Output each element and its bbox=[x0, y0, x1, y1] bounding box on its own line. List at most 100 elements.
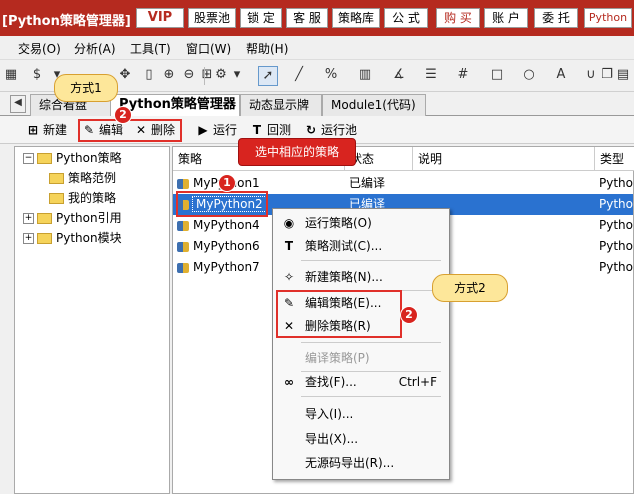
python-file-icon bbox=[177, 262, 189, 273]
angle-icon[interactable]: ∡ bbox=[390, 66, 408, 84]
callout-way2: 方式2 bbox=[432, 274, 508, 302]
menu-item-import[interactable]: 导入(I)... bbox=[273, 404, 449, 424]
python-file-icon bbox=[177, 220, 189, 231]
vip-button[interactable]: VIP bbox=[136, 8, 184, 28]
menu-bar: 交易(O) 分析(A) 工具(T) 窗口(W) 帮助(H) bbox=[0, 36, 634, 60]
tree-label: Python策略 bbox=[56, 151, 122, 165]
menu-item-find[interactable]: ∞ 查找(F)... Ctrl+F bbox=[273, 372, 449, 392]
line-icon[interactable]: ╱ bbox=[290, 66, 308, 84]
step-badge-2: 2 bbox=[114, 106, 132, 124]
dollar-icon[interactable]: $ bbox=[28, 66, 46, 84]
zoom-out-icon[interactable]: ⊖ bbox=[180, 66, 198, 84]
chevron-down-icon[interactable]: ▾ bbox=[228, 66, 246, 84]
text-icon[interactable]: A bbox=[552, 66, 570, 84]
strategy-tree: − Python策略 策略范例 我的策略 + Python引用 + Python模块 bbox=[14, 146, 170, 494]
bars-icon[interactable]: ▥ bbox=[356, 66, 374, 84]
column-header-description[interactable]: 说明 bbox=[413, 147, 595, 171]
python-file-icon bbox=[177, 178, 189, 189]
backtest-button[interactable]: T 回测 bbox=[250, 121, 291, 139]
python-button[interactable]: Python bbox=[584, 8, 632, 28]
menu-separator bbox=[301, 342, 441, 343]
strategy-name-cell: MyPython6 bbox=[177, 236, 260, 257]
menu-item-new-strategy[interactable]: ✧ 新建策略(N)... bbox=[273, 267, 449, 287]
grid-icon[interactable]: ▦ bbox=[2, 66, 20, 84]
callout-select-strategy: 选中相应的策略 bbox=[238, 138, 356, 166]
tree-label: 我的策略 bbox=[68, 191, 117, 205]
type-cell: Python bbox=[599, 197, 634, 211]
type-cell: Python bbox=[599, 176, 634, 190]
order-button[interactable]: 委 托 bbox=[534, 8, 578, 28]
tree-node-my-strategies[interactable]: 我的策略 bbox=[49, 189, 116, 207]
run-pool-button[interactable]: ↻ 运行池 bbox=[304, 121, 357, 139]
menu-window[interactable]: 窗口(W) bbox=[186, 40, 231, 57]
run-pool-label: 运行池 bbox=[321, 123, 358, 137]
tree-label: Python模块 bbox=[56, 231, 122, 245]
strategy-name-cell: MyPython4 bbox=[177, 215, 260, 236]
menu-item-run-strategy[interactable]: ◉ 运行策略(O) bbox=[273, 213, 449, 233]
ruler-icon[interactable]: ▯ bbox=[140, 66, 158, 84]
menu-item-label: 无源码导出(R)... bbox=[305, 456, 395, 470]
hash-icon[interactable]: # bbox=[454, 66, 472, 84]
account-button[interactable]: 账 户 bbox=[484, 8, 528, 28]
strategy-lib-button[interactable]: 策略库 bbox=[332, 8, 380, 28]
menu-tools[interactable]: 工具(T) bbox=[130, 40, 171, 57]
strategy-name: MyPython6 bbox=[193, 239, 260, 253]
formula-button[interactable]: 公 式 bbox=[384, 8, 428, 28]
tab-module1[interactable]: Module1(代码) bbox=[322, 94, 426, 116]
folder-icon bbox=[37, 233, 52, 244]
callout-way1: 方式1 bbox=[54, 74, 118, 102]
menu-help[interactable]: 帮助(H) bbox=[246, 40, 288, 57]
context-menu: ◉ 运行策略(O) T 策略测试(C)... ✧ 新建策略(N)... ✎ 编辑策略(E… bbox=[272, 208, 450, 480]
buy-button[interactable]: 购 买 bbox=[436, 8, 480, 28]
tree-node-examples[interactable]: 策略范例 bbox=[49, 169, 116, 187]
tree-node-python-modules[interactable]: + Python模块 bbox=[23, 229, 122, 247]
tab-scroll-left-icon[interactable]: ◀ bbox=[10, 95, 26, 113]
binoculars-icon: ∞ bbox=[284, 375, 294, 389]
move-icon[interactable]: ✥ bbox=[116, 66, 134, 84]
folder-icon bbox=[49, 193, 64, 204]
type-cell: Python bbox=[599, 218, 634, 232]
app-title: [Python策略管理器] bbox=[2, 14, 131, 29]
python-file-icon bbox=[177, 241, 189, 252]
cursor-icon[interactable]: ➚ bbox=[258, 66, 278, 86]
column-header-type[interactable]: 类型 bbox=[595, 147, 634, 171]
lock-button[interactable]: 锁 定 bbox=[240, 8, 282, 28]
run-button[interactable]: ▶ 运行 bbox=[196, 121, 237, 139]
tab-dynamic-board[interactable]: 动态显示牌 bbox=[240, 94, 322, 116]
menu-item-export-no-source[interactable]: 无源码导出(R)... bbox=[273, 453, 449, 473]
collapse-icon[interactable]: − bbox=[23, 153, 34, 164]
strategy-name: MyPython4 bbox=[193, 218, 260, 232]
rect-icon[interactable]: □ bbox=[488, 66, 506, 84]
menu-item-compile-strategy[interactable]: 编译策略(P) bbox=[273, 348, 449, 368]
tree-node-python-ref[interactable]: + Python引用 bbox=[23, 209, 122, 227]
menu-item-label: 编译策略(P) bbox=[305, 351, 370, 365]
tree-label: 策略范例 bbox=[68, 171, 117, 185]
folder-icon bbox=[37, 213, 52, 224]
expand-icon[interactable]: + bbox=[23, 213, 34, 224]
new-file-icon: ✧ bbox=[283, 270, 295, 284]
menu-item-export[interactable]: 导出(X)... bbox=[273, 429, 449, 449]
menu-analysis[interactable]: 分析(A) bbox=[74, 40, 116, 57]
new-button[interactable]: ⊞ 新建 bbox=[26, 121, 67, 139]
circle-icon[interactable]: ○ bbox=[520, 66, 538, 84]
expand-icon[interactable]: + bbox=[23, 233, 34, 244]
menu-item-label: 新建策略(N)... bbox=[305, 270, 383, 284]
menu-item-test-strategy[interactable]: T 策略测试(C)... bbox=[273, 236, 449, 256]
highlight-menu-edit-delete bbox=[276, 290, 402, 338]
stock-pool-button[interactable]: 股票池 bbox=[188, 8, 236, 28]
lines-icon[interactable]: ☰ bbox=[422, 66, 440, 84]
zoom-in-icon[interactable]: ⊕ bbox=[160, 66, 178, 84]
step-badge-2: 2 bbox=[400, 306, 418, 324]
strategy-name-cell: MyPython7 bbox=[177, 257, 260, 278]
percent-icon[interactable]: % bbox=[322, 66, 340, 84]
menu-item-label: 导入(I)... bbox=[305, 407, 354, 421]
test-icon: T bbox=[252, 123, 262, 137]
play-icon: ▶ bbox=[198, 123, 208, 137]
refresh-icon: ↻ bbox=[305, 123, 317, 137]
service-button[interactable]: 客 服 bbox=[286, 8, 328, 28]
tree-node-python-strategy[interactable]: − Python策略 bbox=[23, 149, 122, 167]
highlight-toolbar-edit-delete bbox=[78, 119, 182, 142]
menu-trade[interactable]: 交易(O) bbox=[18, 40, 61, 57]
lock-icon[interactable]: ▤ bbox=[614, 66, 632, 84]
menu-separator bbox=[301, 396, 441, 397]
